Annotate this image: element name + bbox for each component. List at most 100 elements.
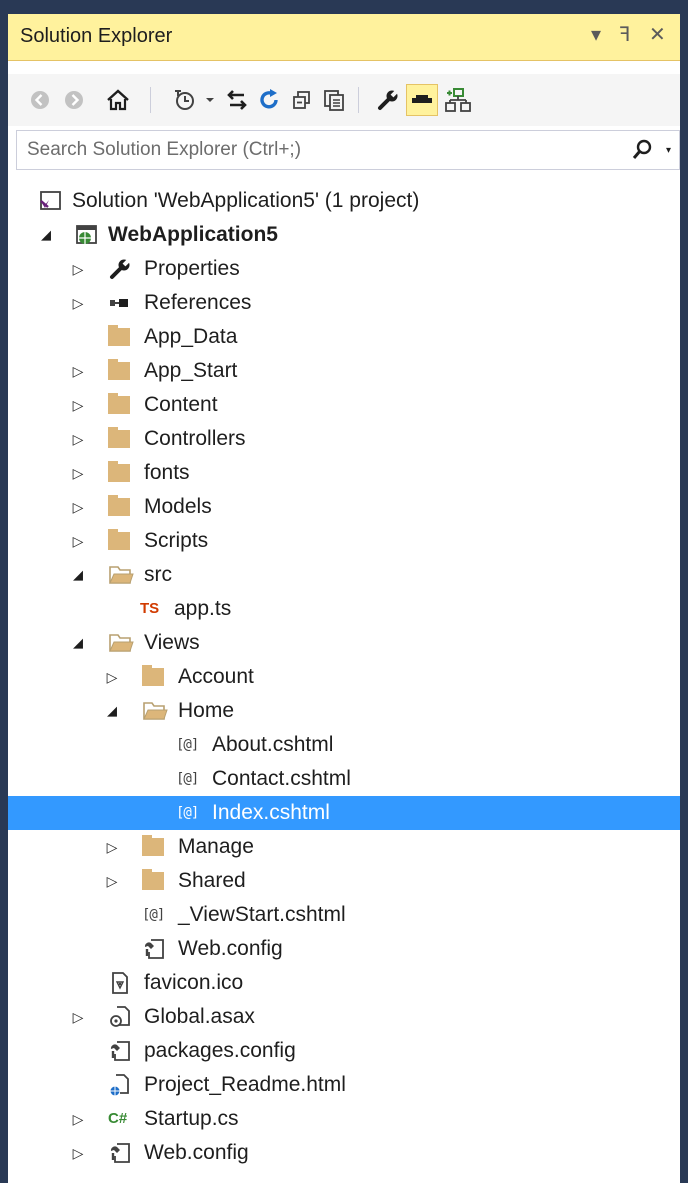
forward-button[interactable]: [58, 84, 90, 116]
tree-item-project-readme[interactable]: Project_Readme.html: [8, 1068, 680, 1102]
csharp-file-icon: C#: [108, 1110, 128, 1127]
collapse-arrow-icon[interactable]: ◢: [70, 626, 86, 660]
show-all-files-button[interactable]: [318, 84, 350, 116]
tree-item-viewstart-cshtml[interactable]: [@] _ViewStart.cshtml: [8, 898, 680, 932]
refresh-button[interactable]: [253, 84, 285, 116]
tree-item-index-cshtml[interactable]: [@] Index.cshtml: [8, 796, 680, 830]
search-box: ▾: [16, 130, 680, 170]
collapse-all-icon: [293, 91, 310, 109]
folder-open-icon: [142, 699, 168, 723]
collapse-arrow-icon[interactable]: ◢: [70, 558, 86, 592]
tree-item-shared[interactable]: ▷ Shared: [8, 864, 680, 898]
tree-item-favicon[interactable]: favicon.ico: [8, 966, 680, 1000]
tree-item-controllers[interactable]: ▷ Controllers: [8, 422, 680, 456]
tree-item-global-asax[interactable]: ▷ Global.asax: [8, 1000, 680, 1034]
tree-item-contact-cshtml[interactable]: [@] Contact.cshtml: [8, 762, 680, 796]
preview-selected-items-icon: [412, 95, 432, 103]
search-icon[interactable]: [631, 139, 653, 166]
expand-arrow-icon[interactable]: ▷: [70, 354, 86, 388]
title-bar: Solution Explorer ▾ ꟻ ✕: [8, 14, 680, 61]
home-button[interactable]: [102, 84, 134, 116]
tree-item-label: App_Start: [144, 359, 238, 382]
collapse-arrow-icon[interactable]: ◢: [38, 218, 54, 252]
expand-arrow-icon[interactable]: ▷: [70, 388, 86, 422]
expand-arrow-icon[interactable]: ▷: [70, 490, 86, 524]
wrench-icon: [378, 88, 400, 110]
expand-arrow-icon[interactable]: ▷: [104, 864, 120, 898]
tree-item-account[interactable]: ▷ Account: [8, 660, 680, 694]
expand-arrow-icon[interactable]: ▷: [70, 252, 86, 286]
tree-item-home[interactable]: ◢ Home: [8, 694, 680, 728]
view-class-diagram-button[interactable]: [442, 84, 474, 116]
pending-changes-filter-button[interactable]: [170, 84, 202, 116]
tree-item-views-web-config[interactable]: Web.config: [8, 932, 680, 966]
home-icon: [107, 89, 129, 111]
clock-filter-icon: [175, 90, 194, 110]
expand-arrow-icon[interactable]: ▷: [70, 1102, 86, 1136]
folder-icon: [108, 461, 132, 485]
tree-item-app-ts[interactable]: TS app.ts: [8, 592, 680, 626]
properties-button[interactable]: [372, 84, 404, 116]
tree-item-label: src: [144, 563, 172, 586]
razor-file-icon: [@]: [176, 771, 199, 787]
pending-changes-dropdown[interactable]: [201, 84, 219, 116]
tree-item-label: Global.asax: [144, 1005, 255, 1028]
tree-item-app-data[interactable]: App_Data: [8, 320, 680, 354]
asax-file-icon: [108, 1005, 132, 1029]
references-icon: [108, 291, 132, 315]
tree-item-web-config[interactable]: ▷ Web.config: [8, 1136, 680, 1170]
tree-item-label: fonts: [144, 461, 190, 484]
tree-item-label: Solution 'WebApplication5' (1 project): [72, 189, 420, 212]
tree-item-models[interactable]: ▷ Models: [8, 490, 680, 524]
tree-item-label: Contact.cshtml: [212, 767, 351, 790]
expand-arrow-icon[interactable]: ▷: [70, 524, 86, 558]
sync-with-active-document-button[interactable]: [221, 84, 253, 116]
tree-item-label: favicon.ico: [144, 971, 244, 994]
tree-item-solution[interactable]: Solution 'WebApplication5' (1 project): [8, 184, 680, 218]
collapse-arrow-icon[interactable]: ◢: [104, 694, 120, 728]
tree-item-app-start[interactable]: ▷ App_Start: [8, 354, 680, 388]
tree-item-content[interactable]: ▷ Content: [8, 388, 680, 422]
tree-item-scripts[interactable]: ▷ Scripts: [8, 524, 680, 558]
folder-icon: [108, 393, 132, 417]
tree-item-label: Controllers: [144, 427, 246, 450]
tree-item-properties[interactable]: ▷ Properties: [8, 252, 680, 286]
tree-item-label: packages.config: [144, 1039, 296, 1062]
tree-item-src[interactable]: ◢ src: [8, 558, 680, 592]
expand-arrow-icon[interactable]: ▷: [70, 422, 86, 456]
window-dropdown-icon[interactable]: ▾: [591, 22, 601, 47]
expand-arrow-icon[interactable]: ▷: [104, 660, 120, 694]
close-icon[interactable]: ✕: [649, 22, 666, 47]
tree-item-manage[interactable]: ▷ Manage: [8, 830, 680, 864]
tree-item-packages-config[interactable]: packages.config: [8, 1034, 680, 1068]
search-options-dropdown-icon[interactable]: ▾: [666, 145, 671, 156]
tree-item-references[interactable]: ▷ References: [8, 286, 680, 320]
tree-item-label: Index.cshtml: [212, 801, 330, 824]
search-input[interactable]: [17, 131, 637, 169]
tree-item-project[interactable]: ◢ WebApplication5: [8, 218, 680, 252]
expand-arrow-icon[interactable]: ▷: [70, 456, 86, 490]
tree-item-label: Web.config: [178, 937, 283, 960]
preview-selected-items-button[interactable]: [406, 84, 438, 116]
tree-item-views[interactable]: ◢ Views: [8, 626, 680, 660]
tree-item-about-cshtml[interactable]: [@] About.cshtml: [8, 728, 680, 762]
collapse-all-button[interactable]: [286, 84, 318, 116]
expand-arrow-icon[interactable]: ▷: [70, 286, 86, 320]
toolbar: [8, 74, 680, 126]
tree-item-label: Startup.cs: [144, 1107, 239, 1130]
back-button[interactable]: [24, 84, 56, 116]
tree-item-label: App_Data: [144, 325, 238, 348]
pin-icon[interactable]: ꟻ: [619, 22, 631, 47]
folder-open-icon: [108, 563, 134, 587]
tree-item-label: About.cshtml: [212, 733, 334, 756]
expand-arrow-icon[interactable]: ▷: [70, 1136, 86, 1170]
forward-icon: [65, 91, 83, 109]
tree-item-label: WebApplication5: [108, 223, 278, 246]
tree-item-label: Home: [178, 699, 235, 722]
expand-arrow-icon[interactable]: ▷: [104, 830, 120, 864]
razor-file-icon: [@]: [142, 907, 165, 923]
expand-arrow-icon[interactable]: ▷: [70, 1000, 86, 1034]
tree-item-label: Models: [144, 495, 212, 518]
tree-item-startup-cs[interactable]: ▷ C# Startup.cs: [8, 1102, 680, 1136]
tree-item-fonts[interactable]: ▷ fonts: [8, 456, 680, 490]
